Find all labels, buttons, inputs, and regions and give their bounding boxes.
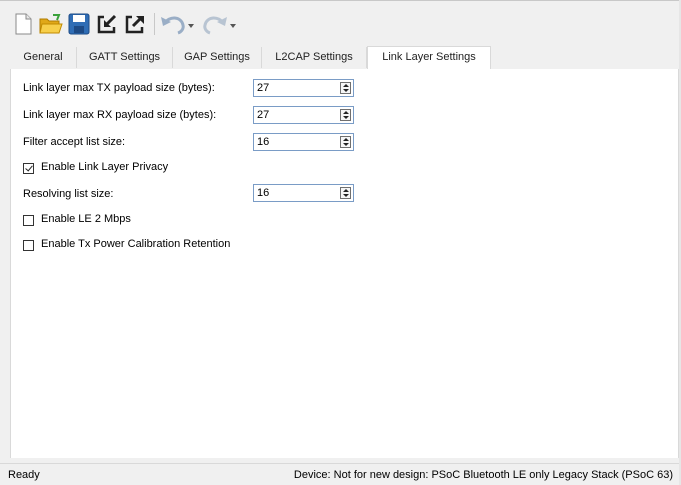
tab-general[interactable]: General xyxy=(10,47,77,68)
tab-gatt-settings[interactable]: GATT Settings xyxy=(77,47,173,68)
redo-icon xyxy=(203,16,236,35)
spin-arrows-icon[interactable] xyxy=(340,136,351,148)
export-button[interactable] xyxy=(122,11,148,37)
import-icon xyxy=(97,14,117,34)
tab-l2cap-settings[interactable]: L2CAP Settings xyxy=(262,47,367,68)
status-ready: Ready xyxy=(8,469,40,481)
tab-link-layer-settings[interactable]: Link Layer Settings xyxy=(367,46,491,69)
resolving-list-label: Resolving list size: xyxy=(23,188,114,200)
import-button[interactable] xyxy=(94,11,120,37)
rx-payload-label: Link layer max RX payload size (bytes): xyxy=(23,109,217,121)
status-device: Device: Not for new design: PSoC Bluetoo… xyxy=(293,469,673,481)
undo-button[interactable] xyxy=(158,11,198,37)
redo-button[interactable] xyxy=(200,11,240,37)
privacy-checkbox[interactable] xyxy=(23,163,34,174)
le-2mbps-checkbox[interactable] xyxy=(23,215,34,226)
tx-power-calibration-label[interactable]: Enable Tx Power Calibration Retention xyxy=(41,238,230,250)
export-icon xyxy=(125,15,144,34)
save-button[interactable] xyxy=(66,11,92,37)
resolving-list-spinbox[interactable]: 16 xyxy=(253,184,354,202)
privacy-label[interactable]: Enable Link Layer Privacy xyxy=(41,161,168,173)
le-2mbps-label[interactable]: Enable LE 2 Mbps xyxy=(41,213,131,225)
status-bar: Ready Device: Not for new design: PSoC B… xyxy=(0,463,681,485)
tx-power-calibration-checkbox[interactable] xyxy=(23,240,34,251)
new-file-icon xyxy=(15,13,32,35)
filter-accept-value: 16 xyxy=(257,136,270,148)
tx-payload-value: 27 xyxy=(257,82,270,94)
filter-accept-label: Filter accept list size: xyxy=(23,136,126,148)
open-button[interactable] xyxy=(38,11,64,37)
tx-payload-spinbox[interactable]: 27 xyxy=(253,79,354,97)
rx-payload-value: 27 xyxy=(257,109,270,121)
tab-gap-settings[interactable]: GAP Settings xyxy=(173,47,262,68)
spin-arrows-icon[interactable] xyxy=(340,109,351,121)
spin-arrows-icon[interactable] xyxy=(340,187,351,199)
toolbar xyxy=(0,0,681,43)
resolving-list-value: 16 xyxy=(257,187,270,199)
toolbar-separator xyxy=(154,13,155,35)
filter-accept-spinbox[interactable]: 16 xyxy=(253,133,354,151)
new-file-button[interactable] xyxy=(12,11,34,37)
undo-icon xyxy=(161,16,194,35)
link-layer-settings-panel: Link layer max TX payload size (bytes): … xyxy=(10,69,679,458)
spin-arrows-icon[interactable] xyxy=(340,82,351,94)
rx-payload-spinbox[interactable]: 27 xyxy=(253,106,354,124)
save-icon xyxy=(68,13,90,35)
open-folder-icon xyxy=(39,14,63,34)
settings-tabs: General GATT Settings GAP Settings L2CAP… xyxy=(10,46,681,70)
tx-payload-label: Link layer max TX payload size (bytes): xyxy=(23,82,215,94)
